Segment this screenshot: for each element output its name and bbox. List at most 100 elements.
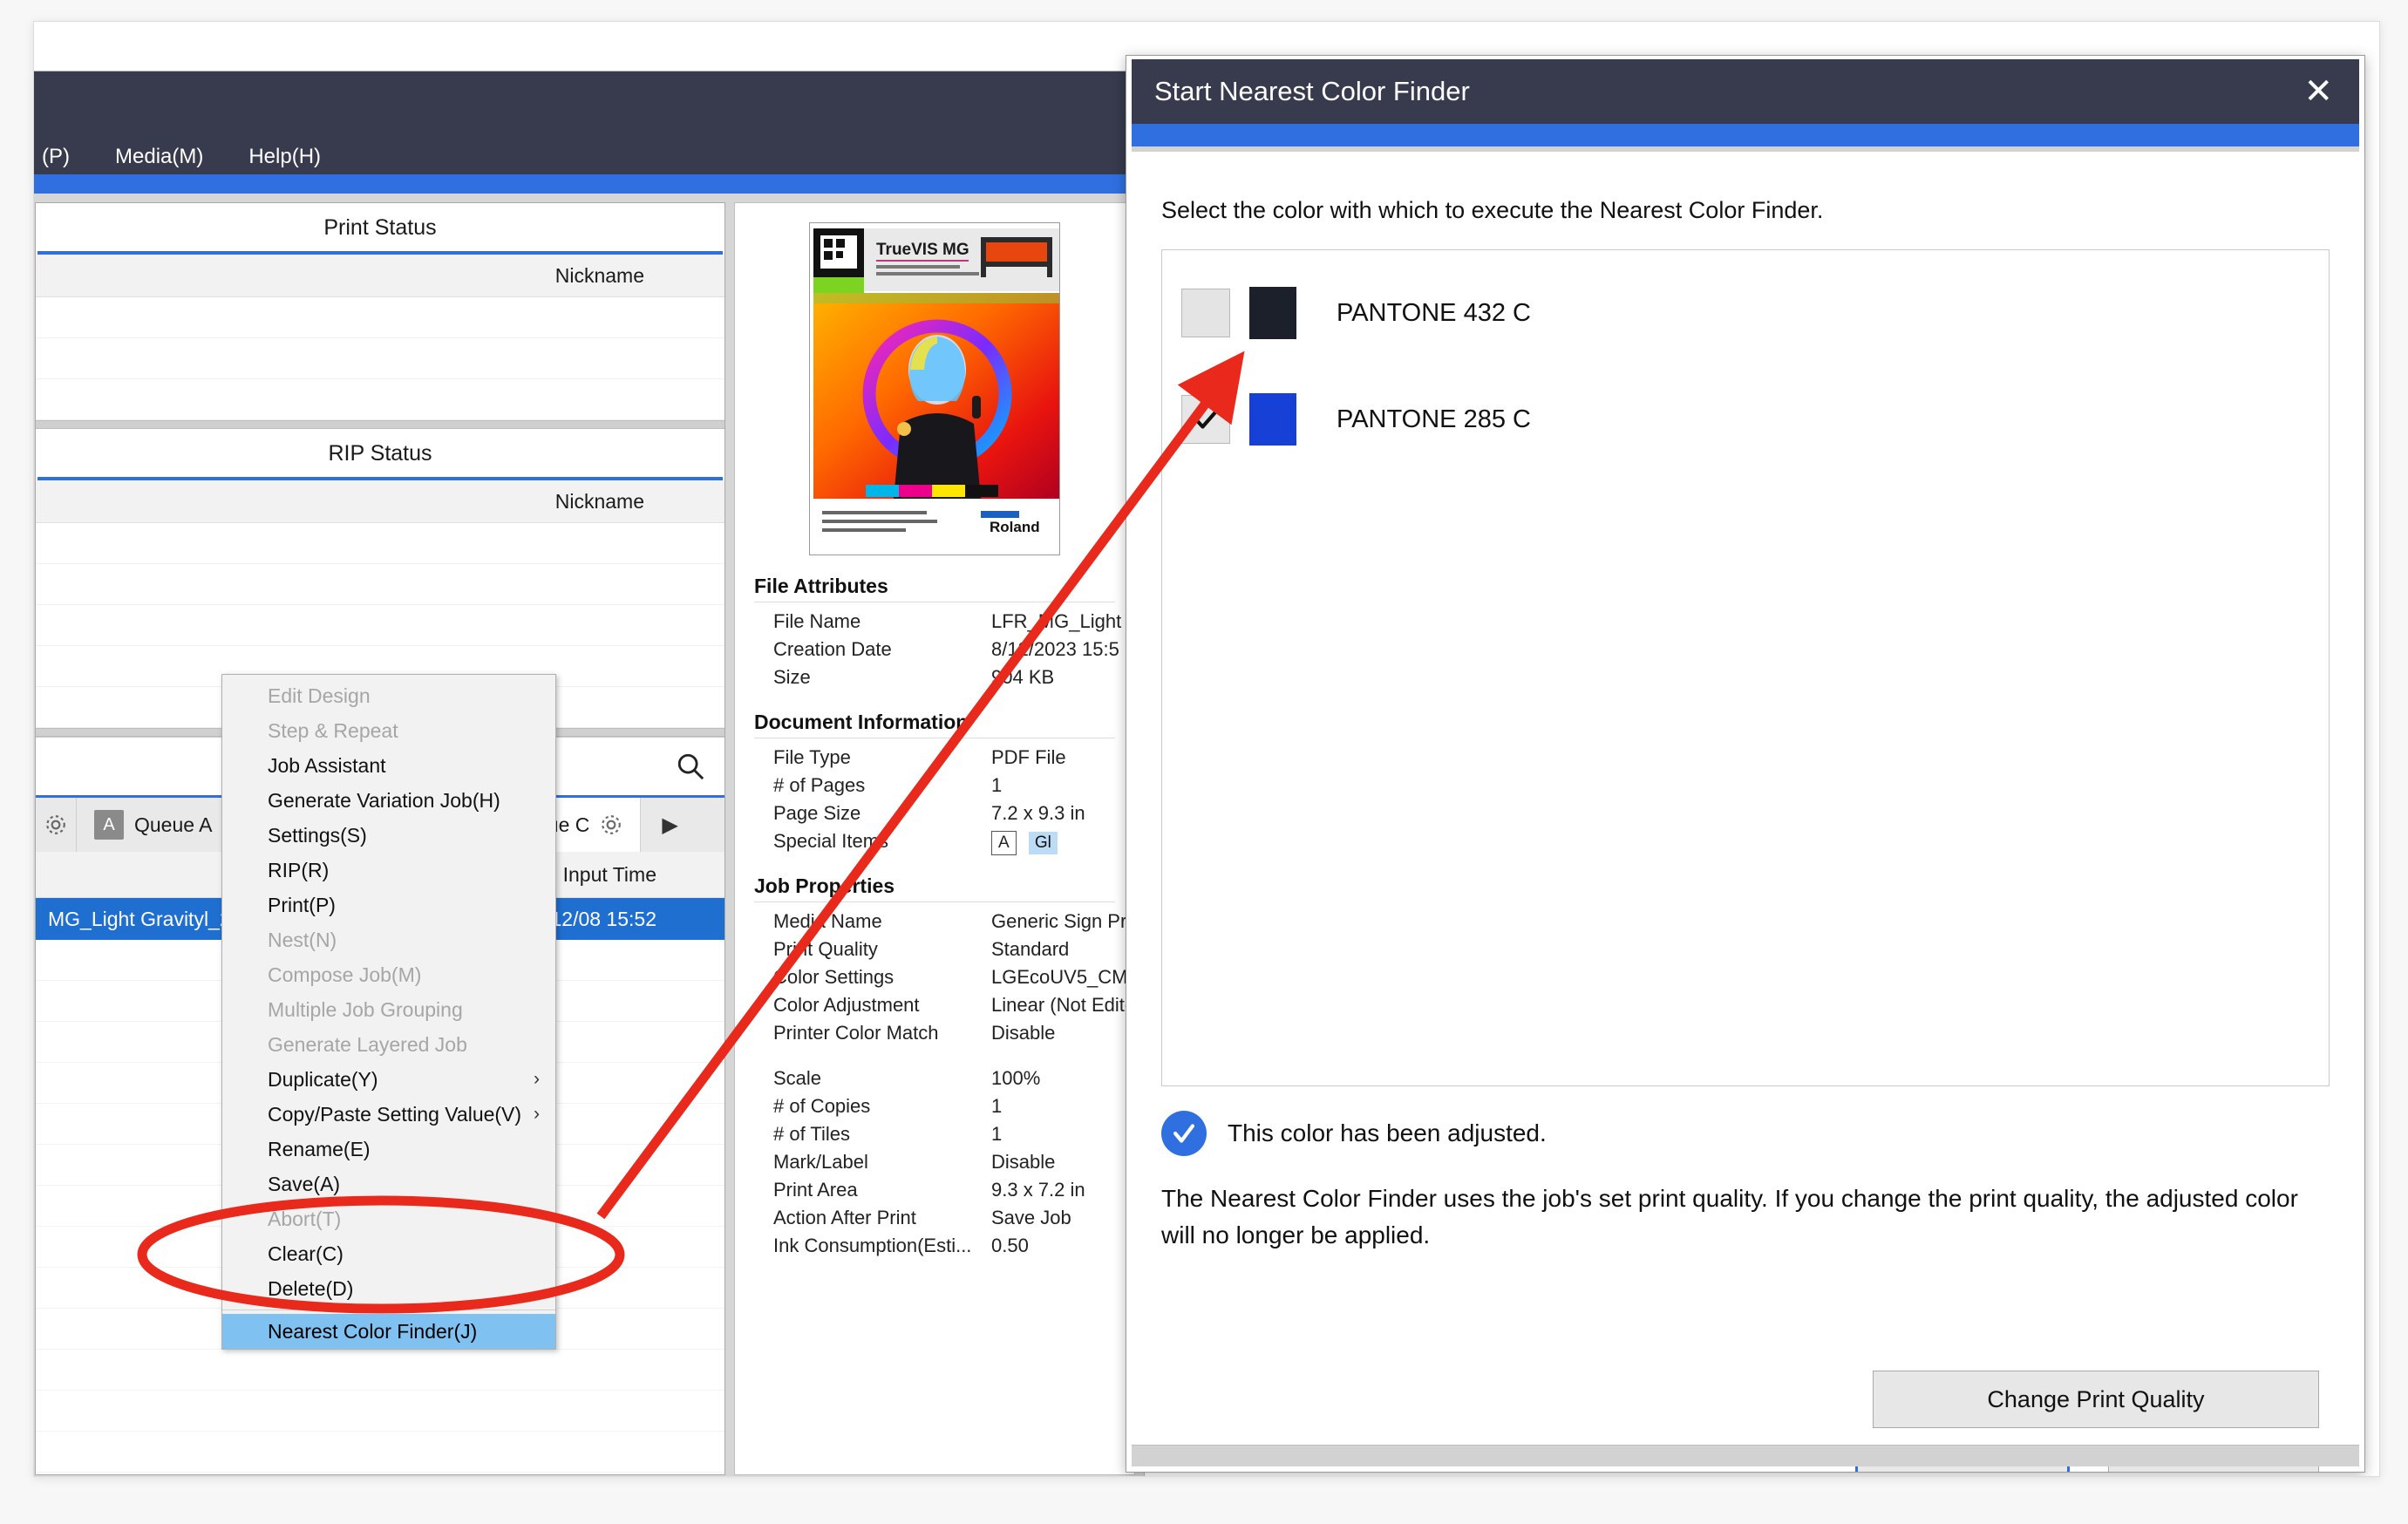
rip-status-row[interactable] bbox=[36, 523, 724, 564]
joblist-row[interactable] bbox=[36, 1473, 724, 1474]
attribute-value: PDF File bbox=[991, 746, 1066, 768]
gear-icon[interactable] bbox=[600, 813, 622, 836]
rip-status-row[interactable] bbox=[36, 564, 724, 605]
thumbnail-wrapper: TrueVIS MG Roland bbox=[735, 203, 1134, 555]
attribute-value: 100% bbox=[991, 1067, 1041, 1089]
context-menu-item-abort[interactable]: Abort(T) bbox=[222, 1201, 555, 1236]
print-status-row[interactable] bbox=[36, 338, 724, 379]
attribute-value: 1 bbox=[991, 1095, 1003, 1117]
menu-item-print[interactable]: (P) bbox=[34, 145, 92, 169]
job-input-time: 12/08 15:52 bbox=[550, 907, 656, 930]
attribute-row: Color Adjustment Linear (Not Edited bbox=[735, 991, 1134, 1019]
dialog-instruction: Select the color with which to execute t… bbox=[1161, 197, 1824, 223]
svg-text:Roland: Roland bbox=[990, 519, 1040, 535]
attribute-value: 8/12/2023 15:5 bbox=[991, 638, 1119, 660]
screenshot-canvas: (P) Media(M) Help(H) Print Status Nickna… bbox=[33, 21, 2380, 1477]
dialog-titlebar: Start Nearest Color Finder ✕ bbox=[1132, 59, 2359, 124]
color-checkbox-285c[interactable] bbox=[1181, 395, 1230, 444]
attribute-value: A Gl bbox=[991, 827, 1134, 855]
queue-tab-partial[interactable] bbox=[36, 798, 77, 852]
context-menu-item-multiple-job-grouping[interactable]: Multiple Job Grouping bbox=[222, 992, 555, 1027]
color-list-item-432c[interactable]: PANTONE 432 C bbox=[1162, 280, 2329, 346]
menu-item-help[interactable]: Help(H) bbox=[226, 145, 344, 169]
print-status-column-header: Nickname bbox=[36, 255, 724, 297]
attribute-key: Ink Consumption(Esti... bbox=[773, 1235, 972, 1256]
job-details-column: TrueVIS MG Roland File Attributes File N… bbox=[734, 202, 1135, 1475]
context-menu-item-copy-paste-setting-value[interactable]: Copy/Paste Setting Value(V) › bbox=[222, 1097, 555, 1132]
print-status-panel: Print Status Nickname bbox=[36, 203, 724, 420]
thumbnail-graphic: TrueVIS MG Roland bbox=[810, 223, 1059, 554]
context-menu-item-save[interactable]: Save(A) bbox=[222, 1167, 555, 1201]
color-list-item-285c[interactable]: PANTONE 285 C bbox=[1162, 386, 2329, 452]
start-nearest-color-finder-dialog: Start Nearest Color Finder ✕ Select the … bbox=[1126, 55, 2365, 1473]
main-application-window: (P) Media(M) Help(H) Print Status Nickna… bbox=[34, 71, 1145, 1476]
chevron-right-icon: › bbox=[534, 1104, 540, 1124]
context-menu-item-nearest-color-finder[interactable]: Nearest Color Finder(J) bbox=[222, 1314, 555, 1349]
attribute-key: Color Settings bbox=[773, 966, 894, 988]
job-thumbnail[interactable]: TrueVIS MG Roland bbox=[809, 222, 1060, 555]
attribute-row: Scale 100% bbox=[735, 1065, 1134, 1092]
context-menu-item-rename[interactable]: Rename(E) bbox=[222, 1132, 555, 1167]
attribute-value: Standard bbox=[991, 938, 1070, 960]
attribute-row: Color Settings LGEcoUV5_CMYK bbox=[735, 963, 1134, 991]
close-icon[interactable]: ✕ bbox=[2277, 74, 2359, 109]
app-body: Print Status Nickname RIP Status Nicknam… bbox=[34, 194, 1144, 1476]
special-item-badge-a: A bbox=[991, 831, 1017, 855]
print-status-title: Print Status bbox=[36, 203, 724, 251]
attribute-row: File Type PDF File bbox=[735, 744, 1134, 772]
color-swatch-285c bbox=[1249, 393, 1296, 446]
rip-status-column-header: Nickname bbox=[36, 480, 724, 523]
context-menu-item-step-repeat[interactable]: Step & Repeat bbox=[222, 713, 555, 748]
context-menu-item-settings[interactable]: Settings(S) bbox=[222, 818, 555, 853]
attribute-value: LGEcoUV5_CMYK bbox=[991, 966, 1134, 988]
search-icon[interactable] bbox=[676, 752, 705, 781]
attribute-value: Linear (Not Edited bbox=[991, 994, 1134, 1016]
color-name-432c: PANTONE 432 C bbox=[1337, 298, 1531, 327]
attribute-key: Action After Print bbox=[773, 1207, 916, 1228]
attribute-value: LFR_MG_Light Gr bbox=[991, 610, 1134, 632]
attribute-row: Mark/Label Disable bbox=[735, 1148, 1134, 1176]
color-name-285c: PANTONE 285 C bbox=[1337, 405, 1531, 433]
color-list[interactable]: PANTONE 432 C PANTONE 285 C bbox=[1161, 249, 2330, 1086]
attribute-key: File Name bbox=[773, 610, 861, 632]
context-menu-item-job-assistant[interactable]: Job Assistant bbox=[222, 748, 555, 783]
print-status-row[interactable] bbox=[36, 379, 724, 420]
context-menu-item-clear[interactable]: Clear(C) bbox=[222, 1236, 555, 1271]
context-menu-item-nest[interactable]: Nest(N) bbox=[222, 922, 555, 957]
context-menu-item-compose-job[interactable]: Compose Job(M) bbox=[222, 957, 555, 992]
attribute-key: Color Adjustment bbox=[773, 994, 920, 1016]
adjusted-note: This color has been adjusted. bbox=[1161, 1111, 1547, 1156]
print-status-rows bbox=[36, 297, 724, 420]
change-print-quality-button[interactable]: Change Print Quality bbox=[1873, 1371, 2319, 1428]
context-menu-item-duplicate[interactable]: Duplicate(Y) › bbox=[222, 1062, 555, 1097]
attribute-key: # of Pages bbox=[773, 774, 866, 796]
gear-icon[interactable] bbox=[44, 813, 67, 836]
dialog-body: Select the color with which to execute t… bbox=[1132, 146, 2359, 1472]
joblist-row[interactable] bbox=[36, 1391, 724, 1432]
color-checkbox-432c[interactable] bbox=[1181, 289, 1230, 337]
attribute-key: Page Size bbox=[773, 802, 861, 824]
context-menu-item-generate-layered-job[interactable]: Generate Layered Job bbox=[222, 1027, 555, 1062]
attribute-key: Creation Date bbox=[773, 638, 892, 660]
joblist-row[interactable] bbox=[36, 1350, 724, 1391]
queue-tab-next-arrow[interactable]: ▶ bbox=[641, 798, 698, 852]
attribute-key: # of Copies bbox=[773, 1095, 871, 1117]
print-status-row[interactable] bbox=[36, 297, 724, 338]
context-menu-item-rip[interactable]: RIP(R) bbox=[222, 853, 555, 888]
document-information-title: Document Information bbox=[754, 711, 969, 733]
context-menu-item-edit-design[interactable]: Edit Design bbox=[222, 678, 555, 713]
attribute-value: Disable bbox=[991, 1151, 1056, 1173]
context-menu-item-delete[interactable]: Delete(D) bbox=[222, 1271, 555, 1306]
rip-status-row[interactable] bbox=[36, 605, 724, 646]
context-menu-item-generate-variation-job[interactable]: Generate Variation Job(H) bbox=[222, 783, 555, 818]
attribute-row: # of Pages 1 bbox=[735, 772, 1134, 799]
joblist-row[interactable] bbox=[36, 1432, 724, 1473]
queue-tab-a-label: Queue A bbox=[134, 813, 213, 836]
attribute-value: Generic Sign Proc bbox=[991, 910, 1134, 932]
attribute-value: 9.3 x 7.2 in bbox=[991, 1179, 1085, 1201]
context-menu-item-print[interactable]: Print(P) bbox=[222, 888, 555, 922]
menu-item-media[interactable]: Media(M) bbox=[92, 145, 226, 169]
adjusted-note-text: This color has been adjusted. bbox=[1228, 1119, 1547, 1146]
attribute-row: Page Size 7.2 x 9.3 in bbox=[735, 799, 1134, 827]
job-properties-title: Job Properties bbox=[754, 874, 895, 897]
